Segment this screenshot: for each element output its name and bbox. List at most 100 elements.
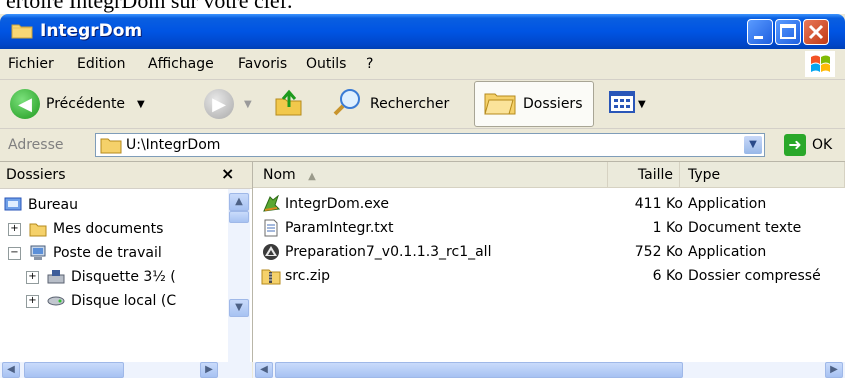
folders-pane-title: Dossiers [6,167,66,183]
menu-affichage[interactable]: Affichage [148,56,214,72]
file-size: 411 Ko [634,196,683,212]
chevron-down-icon: ▼ [244,98,252,110]
column-header-type[interactable]: Type [680,162,845,188]
file-name: IntegrDom.exe [285,196,390,212]
tree-item-mes-documents[interactable]: + Mes documents [8,217,163,241]
zip-folder-icon [261,267,281,285]
desktop-icon [4,197,22,213]
folders-horizontal-scrollbar[interactable]: ◀ ▶ [0,362,252,378]
scroll-right-icon[interactable]: ▶ [825,362,843,378]
column-name-label: Nom [263,167,296,183]
hard-drive-icon [47,293,65,309]
floppy-drive-icon [47,269,65,285]
file-name: src.zip [285,268,331,284]
file-list: Nom ▲ Taille Type IntegrDom.exe 411 Ko A… [253,162,845,362]
address-label: Adresse [8,137,64,153]
forward-button[interactable]: ▶ ▼ [204,86,252,122]
back-button[interactable]: ◀ Précédente ▼ [10,86,145,122]
column-header-size[interactable]: Taille [608,162,680,188]
collapse-icon[interactable]: − [8,246,21,260]
folder-icon [100,136,122,158]
tree-item-bureau[interactable]: Bureau [4,193,78,217]
back-arrow-icon: ◀ [10,89,40,119]
folders-pane: Dossiers × Bureau + Mes documents − Post… [0,162,253,362]
go-button[interactable]: OK [812,137,832,153]
file-name: ParamIntegr.txt [285,220,394,236]
scroll-down-icon[interactable]: ▼ [229,299,249,317]
search-button[interactable]: Rechercher [332,86,449,122]
menu-favoris[interactable]: Favoris [238,56,287,72]
file-name: Preparation7_v0.1.1.3_rc1_all [285,244,492,260]
back-label: Précédente [46,96,126,112]
files-horizontal-scrollbar[interactable]: ◀ ▶ [253,362,845,378]
computer-icon [29,245,47,261]
column-header-name[interactable]: Nom ▲ [253,162,608,188]
menu-edition[interactable]: Edition [77,56,125,72]
document-caption: ertoire IntegrDom sur votre clef. [6,0,293,13]
expand-icon[interactable]: + [8,222,21,236]
window-title: IntegrDom [40,21,143,41]
forward-arrow-icon: ▶ [204,89,234,119]
installer-icon [261,243,281,261]
scroll-right-icon[interactable]: ▶ [200,362,218,378]
up-folder-icon [273,87,305,121]
address-dropdown-button[interactable]: ▼ [744,136,762,154]
tree-item-poste-de-travail[interactable]: − Poste de travail [8,241,162,265]
file-type: Document texte [688,220,802,236]
up-folder-button[interactable] [273,86,305,122]
scroll-left-icon[interactable]: ◀ [2,362,20,378]
folder-tree: Bureau + Mes documents − Poste de travai… [0,189,228,362]
menu-bar: Fichier Edition Affichage Favoris Outils… [0,49,845,80]
file-row[interactable]: IntegrDom.exe 411 Ko Application [253,192,845,216]
menu-fichier[interactable]: Fichier [8,56,54,72]
scroll-thumb[interactable] [275,362,683,378]
folders-pane-header: Dossiers × [0,162,252,189]
title-bar[interactable]: IntegrDom [0,14,845,49]
tree-item-disque-local[interactable]: + Disque local (C [26,289,176,313]
tree-item-label: Bureau [28,197,78,213]
expand-icon[interactable]: + [26,270,39,284]
menu-help[interactable]: ? [366,56,373,72]
go-arrow-icon[interactable]: ➜ [784,134,806,156]
tree-item-label: Mes documents [53,221,164,237]
folders-vertical-scrollbar[interactable]: ▲ ▼ [228,189,250,362]
menu-outils[interactable]: Outils [306,56,346,72]
file-size: 6 Ko [652,268,683,284]
close-button[interactable] [803,19,829,45]
views-icon [608,89,636,119]
scroll-thumb[interactable] [24,362,124,378]
address-input[interactable]: U:\IntegrDom ▼ [95,133,765,157]
windows-logo-icon [805,51,835,77]
folder-icon [11,22,33,39]
tree-item-label: Disque local (C [71,293,177,309]
tree-item-label: Disquette 3½ ( [71,269,176,285]
folders-pane-close-button[interactable]: × [221,164,234,183]
file-row[interactable]: src.zip 6 Ko Dossier compressé [253,264,845,288]
file-size: 752 Ko [634,244,683,260]
address-value: U:\IntegrDom [126,137,221,153]
folder-icon [29,221,47,237]
file-type: Dossier compressé [688,268,821,284]
file-row[interactable]: ParamIntegr.txt 1 Ko Document texte [253,216,845,240]
file-type: Application [688,196,767,212]
search-icon [332,87,364,121]
folders-toggle-button[interactable]: Dossiers [474,81,594,127]
search-label: Rechercher [370,96,450,112]
minimize-button[interactable] [747,19,773,45]
scroll-up-icon[interactable]: ▲ [229,193,249,211]
file-size: 1 Ko [652,220,683,236]
maximize-button[interactable] [775,19,801,45]
file-row[interactable]: Preparation7_v0.1.1.3_rc1_all 752 Ko App… [253,240,845,264]
toolbar: ◀ Précédente ▼ ▶ ▼ Rechercher Dossiers ▼ [0,80,845,129]
expand-icon[interactable]: + [26,294,39,308]
tree-item-label: Poste de travail [53,245,162,261]
tree-item-disquette[interactable]: + Disquette 3½ ( [26,265,176,289]
text-file-icon [261,219,281,237]
scroll-thumb[interactable] [229,211,249,223]
address-bar: Adresse U:\IntegrDom ▼ ➜ OK [0,129,845,162]
folders-label: Dossiers [523,96,583,112]
explorer-window: IntegrDom Fichier Edition Affichage Favo… [0,14,845,378]
app-exe-icon [261,194,281,213]
views-button[interactable]: ▼ [608,86,646,122]
scroll-left-icon[interactable]: ◀ [255,362,273,378]
